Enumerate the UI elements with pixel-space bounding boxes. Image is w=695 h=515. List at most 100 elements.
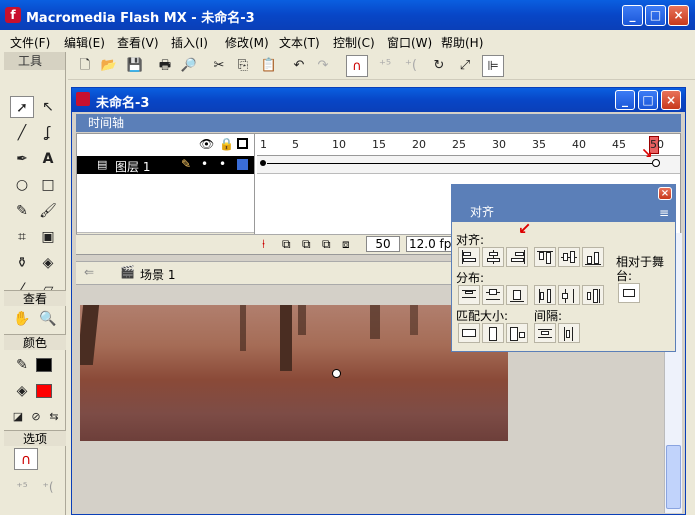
lock-icon[interactable]: 🔒 bbox=[219, 137, 234, 151]
rectangle-tool-icon[interactable]: □ bbox=[36, 174, 60, 196]
scrollbar-thumb[interactable] bbox=[666, 445, 681, 509]
snap-to-objects-icon[interactable]: ∩ bbox=[346, 55, 368, 77]
straighten-toolbar-icon[interactable]: ⁺( bbox=[400, 55, 422, 77]
layer-row[interactable]: ▤ 图层 1 ✎ • • bbox=[77, 156, 254, 174]
menu-file[interactable]: 文件(F) bbox=[10, 34, 50, 51]
document-icon bbox=[76, 92, 90, 106]
main-toolbar: 🗋 📂 💾 🖶 🔎 ✂ ⎘ 📋 ↶ ↷ ∩ ⁺⁵ ⁺( ↻ ⤢ ⊫ bbox=[68, 52, 695, 80]
outline-icon[interactable] bbox=[237, 138, 248, 149]
ink-bottle-tool-icon[interactable]: ⚱ bbox=[10, 252, 34, 274]
arrow-tool-icon[interactable]: ➚ bbox=[10, 96, 34, 118]
lock-dot-icon[interactable]: • bbox=[219, 157, 226, 171]
align-panel-close-button[interactable]: × bbox=[658, 187, 672, 200]
maximize-button[interactable]: □ bbox=[645, 5, 666, 26]
forest-photo[interactable] bbox=[80, 305, 508, 441]
pencil-tool-icon[interactable]: ✎ bbox=[10, 200, 34, 222]
menu-modify[interactable]: 修改(M) bbox=[225, 34, 269, 51]
align-top-button[interactable] bbox=[534, 247, 556, 267]
doc-close-button[interactable]: × bbox=[661, 90, 681, 110]
distribute-bottom-button[interactable] bbox=[506, 285, 528, 305]
edit-multiple-frames-icon[interactable]: ⧉ bbox=[322, 237, 331, 252]
paste-icon[interactable]: 📋 bbox=[258, 55, 280, 77]
stroke-color-swatch[interactable] bbox=[36, 358, 52, 372]
space-evenly-vertical-button[interactable] bbox=[534, 323, 556, 343]
match-width-and-height-button[interactable] bbox=[506, 323, 528, 343]
smooth-toolbar-icon[interactable]: ⁺⁵ bbox=[374, 55, 396, 77]
fill-color-swatch[interactable] bbox=[36, 384, 52, 398]
to-stage-button[interactable] bbox=[618, 283, 640, 303]
text-tool-icon[interactable]: A bbox=[36, 148, 60, 170]
doc-maximize-button[interactable]: □ bbox=[638, 90, 658, 110]
zoom-tool-icon[interactable]: 🔍 bbox=[36, 308, 60, 330]
line-tool-icon[interactable]: ╱ bbox=[10, 122, 34, 144]
space-evenly-horizontal-button[interactable] bbox=[558, 323, 580, 343]
align-horizontal-center-button[interactable] bbox=[482, 247, 504, 267]
undo-icon[interactable]: ↶ bbox=[288, 55, 310, 77]
distribute-left-button[interactable] bbox=[534, 285, 556, 305]
layer-icon: ▤ bbox=[97, 158, 108, 171]
frames-row[interactable]: ↘ bbox=[257, 146, 680, 174]
onion-outline-icon[interactable]: ⧉ bbox=[302, 237, 311, 252]
menu-edit[interactable]: 编辑(E) bbox=[64, 34, 105, 51]
fill-transform-tool-icon[interactable]: ▣ bbox=[36, 226, 60, 248]
keyframe-end[interactable] bbox=[652, 159, 660, 167]
align-toolbar-icon[interactable]: ⊫ bbox=[482, 55, 504, 77]
menu-control[interactable]: 控制(C) bbox=[333, 34, 375, 51]
menu-view[interactable]: 查看(V) bbox=[117, 34, 159, 51]
subselect-tool-icon[interactable]: ↖ bbox=[36, 96, 60, 118]
align-left-button[interactable] bbox=[458, 247, 480, 267]
panel-options-icon[interactable]: ≡ bbox=[659, 203, 669, 223]
align-vertical-center-button[interactable] bbox=[558, 247, 580, 267]
menu-help[interactable]: 帮助(H) bbox=[441, 34, 483, 51]
straighten-icon[interactable]: ⁺( bbox=[36, 476, 60, 498]
redo-icon[interactable]: ↷ bbox=[312, 55, 334, 77]
align-panel-header[interactable]: 对齐 ≡ bbox=[452, 202, 675, 222]
match-height-button[interactable] bbox=[482, 323, 504, 343]
free-transform-tool-icon[interactable]: ⌗ bbox=[10, 226, 34, 248]
swap-colors-icon[interactable]: ⇆ bbox=[42, 406, 66, 428]
timeline-header[interactable]: 时间轴 bbox=[76, 114, 681, 132]
modify-markers-icon[interactable]: ⧈ bbox=[342, 237, 350, 252]
distribute-right-button[interactable] bbox=[582, 285, 604, 305]
menu-window[interactable]: 窗口(W) bbox=[387, 34, 432, 51]
rotate-icon[interactable]: ↻ bbox=[428, 55, 450, 77]
lasso-tool-icon[interactable]: ʆ bbox=[36, 122, 60, 144]
copy-icon[interactable]: ⎘ bbox=[232, 55, 254, 77]
keyframe-start[interactable] bbox=[260, 160, 266, 166]
scene-name[interactable]: 场景 1 bbox=[140, 266, 175, 283]
match-width-button[interactable] bbox=[458, 323, 480, 343]
hand-tool-icon[interactable]: ✋ bbox=[10, 308, 34, 330]
layer-color-swatch[interactable] bbox=[237, 159, 248, 170]
align-right-button[interactable] bbox=[506, 247, 528, 267]
visibility-dot-icon[interactable]: • bbox=[201, 157, 208, 171]
eye-icon[interactable]: 👁 bbox=[199, 137, 214, 151]
scale-icon[interactable]: ⤢ bbox=[454, 55, 476, 77]
menu-insert[interactable]: 插入(I) bbox=[171, 34, 208, 51]
new-file-icon[interactable]: 🗋 bbox=[74, 55, 96, 77]
brush-tool-icon[interactable]: 🖌 bbox=[36, 200, 60, 222]
center-frame-icon[interactable]: ⍿ bbox=[262, 237, 265, 252]
paint-bucket-tool-icon[interactable]: ◈ bbox=[36, 252, 60, 274]
distribute-vertical-center-button[interactable] bbox=[482, 285, 504, 305]
close-button[interactable]: × bbox=[668, 5, 689, 26]
minimize-button[interactable]: _ bbox=[622, 5, 643, 26]
doc-minimize-button[interactable]: _ bbox=[615, 90, 635, 110]
menu-text[interactable]: 文本(T) bbox=[279, 34, 320, 51]
oval-tool-icon[interactable]: ○ bbox=[10, 174, 34, 196]
back-arrow-icon[interactable]: ⇐ bbox=[84, 265, 94, 279]
frame-tick: 5 bbox=[292, 138, 299, 151]
snap-magnet-icon[interactable]: ∩ bbox=[14, 448, 38, 470]
smooth-icon[interactable]: ⁺⁵ bbox=[10, 476, 34, 498]
save-icon[interactable]: 💾 bbox=[124, 55, 146, 77]
frame-tick: 40 bbox=[572, 138, 586, 151]
pen-tool-icon[interactable]: ✒ bbox=[10, 148, 34, 170]
onion-skin-icon[interactable]: ⧉ bbox=[282, 237, 291, 252]
cut-icon[interactable]: ✂ bbox=[208, 55, 230, 77]
open-file-icon[interactable]: 📂 bbox=[98, 55, 120, 77]
frame-ruler[interactable]: 1 5 10 15 20 25 30 35 40 45 50 bbox=[257, 134, 680, 156]
print-preview-icon[interactable]: 🔎 bbox=[178, 55, 200, 77]
distribute-horizontal-center-button[interactable] bbox=[558, 285, 580, 305]
print-icon[interactable]: 🖶 bbox=[154, 55, 176, 77]
align-bottom-button[interactable] bbox=[582, 247, 604, 267]
distribute-top-button[interactable] bbox=[458, 285, 480, 305]
